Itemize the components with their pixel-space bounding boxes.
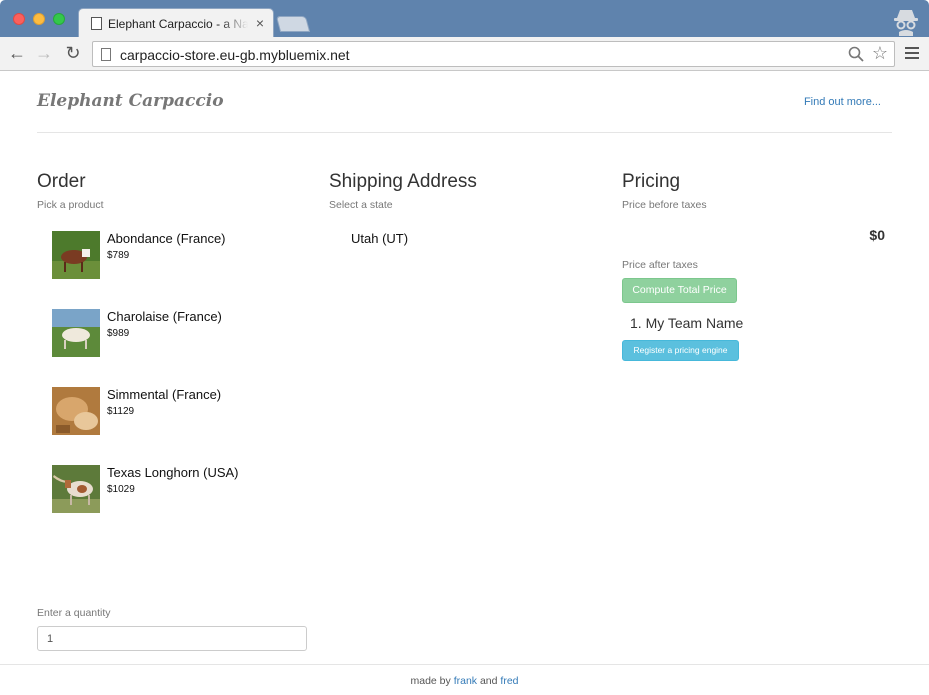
browser-menu-icon[interactable] [905,47,919,59]
product-name: Abondance (France) [107,231,226,246]
find-out-more-link[interactable]: Find out more... [804,96,881,108]
reload-icon[interactable]: ↻ [62,42,84,64]
footer-conjunction: and [477,675,501,687]
product-image-abondance [52,231,100,279]
product-item[interactable]: Texas Longhorn (USA) $1029 [52,465,307,515]
order-title: Order [37,171,86,192]
footer-prefix: made by [410,675,454,687]
bookmark-star-icon[interactable]: ☆ [872,43,888,64]
product-price: $789 [107,250,130,261]
register-pricing-engine-button[interactable]: Register a pricing engine [622,340,739,361]
pricing-subtitle: Price before taxes [622,199,707,211]
url-text[interactable]: carpaccio-store.eu-gb.mybluemix.net [120,47,350,63]
incognito-icon [894,10,918,36]
product-image-charolaise [52,309,100,357]
page-favicon-icon [91,17,102,30]
state-option-utah[interactable]: Utah (UT) [351,231,408,246]
browser-tab-active[interactable]: Elephant Carpaccio - a Nano × [78,8,274,37]
product-item[interactable]: Simmental (France) $1129 [52,387,307,437]
product-item[interactable]: Charolaise (France) $989 [52,309,307,359]
new-tab-button[interactable] [275,16,311,32]
page-footer: made by frank and fred [0,664,929,695]
team-list-item: 1. My Team Name [630,315,744,331]
footer-link-frank[interactable]: frank [454,675,477,687]
search-icon[interactable] [848,46,864,62]
back-arrow-icon[interactable]: ← [6,42,28,64]
compute-total-price-button[interactable]: Compute Total Price [622,278,737,303]
product-name: Simmental (France) [107,387,222,402]
footer-link-fred[interactable]: fred [500,675,518,687]
shipping-title: Shipping Address [329,171,477,192]
pricing-title: Pricing [622,171,681,192]
product-name: Charolaise (France) [107,309,222,324]
price-before-taxes-value: $0 [869,227,885,243]
tab-title: Elephant Carpaccio - a Nano [108,17,248,31]
product-image-texas-longhorn [52,465,100,513]
product-image-simmental [52,387,100,435]
product-price: $1129 [107,406,135,417]
product-price: $1029 [107,484,135,495]
brand-logo[interactable]: Elephant Carpaccio [37,91,224,111]
quantity-label: Enter a quantity [37,607,111,619]
price-after-taxes-label: Price after taxes [622,259,698,271]
page-icon [101,48,111,61]
address-bar[interactable]: carpaccio-store.eu-gb.mybluemix.net ☆ [92,41,895,67]
product-item[interactable]: Abondance (France) $789 [52,231,307,281]
window-maximize-button[interactable] [53,13,65,25]
order-column: Order Pick a product Abondance (France) … [37,171,307,651]
browser-titlebar: Elephant Carpaccio - a Nano × [0,0,929,37]
product-price: $989 [107,328,130,339]
tab-close-icon[interactable]: × [256,15,264,31]
forward-arrow-icon[interactable]: → [33,42,55,64]
browser-toolbar: ← → ↻ carpaccio-store.eu-gb.mybluemix.ne… [0,37,929,71]
order-subtitle: Pick a product [37,199,104,211]
header-divider [37,132,892,133]
window-minimize-button[interactable] [33,13,45,25]
shipping-column: Shipping Address Select a state Utah (UT… [329,171,599,246]
quantity-input[interactable] [37,626,307,651]
page-content: Elephant Carpaccio Find out more... Orde… [0,72,929,695]
window-close-button[interactable] [13,13,25,25]
pricing-column: Pricing Price before taxes $0 Price afte… [622,171,892,361]
shipping-subtitle: Select a state [329,199,393,211]
product-name: Texas Longhorn (USA) [107,465,239,480]
